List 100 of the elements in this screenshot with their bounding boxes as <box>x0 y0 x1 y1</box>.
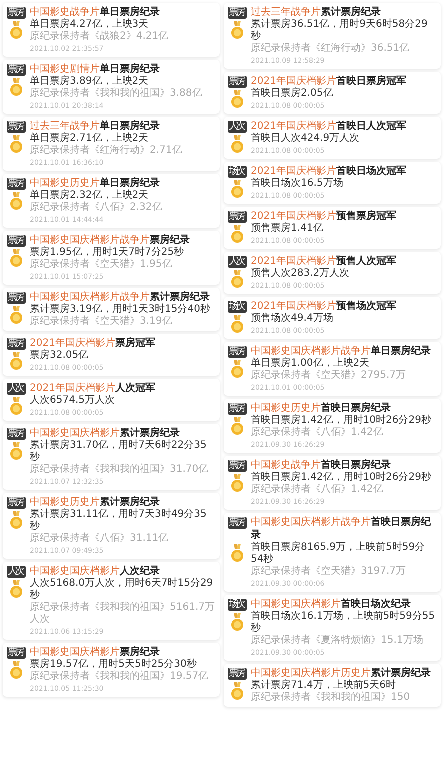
record-title: 中国影史国庆档影片票房纪录 <box>30 646 161 658</box>
previous-record: 原纪录保持者《红海行动》2.71亿 <box>30 145 184 157</box>
record-value: 首映日票房1.42亿，用时10时26分29秒 <box>251 415 432 426</box>
previous-record: 原纪录保持者《八佰》2.32亿 <box>30 202 164 214</box>
record-value: 首映日场次16.1万场，上映前5时59分55秒 <box>251 611 436 634</box>
category-tag: 票房 <box>228 211 247 223</box>
category-tag: 票房 <box>228 76 247 88</box>
record-title: 2021年国庆档影片首映日票房冠军 <box>251 75 408 88</box>
record-value: 票房32.05亿 <box>30 350 90 362</box>
previous-record: 原纪录保持者《我和我的祖国》5161.7万人次 <box>30 602 216 626</box>
medal-icon <box>231 474 244 493</box>
record-value: 首映日人次424.9万人次 <box>251 133 361 145</box>
record-title: 中国影史国庆档影片战争片单日票房纪录 <box>251 345 432 358</box>
previous-record: 原纪录保持者《我和我的祖国》31.70亿 <box>30 464 210 476</box>
medal-icon <box>10 78 23 97</box>
medal-icon <box>231 21 244 40</box>
record-value: 首映日场次16.5万场 <box>251 178 344 190</box>
category-tag: 票房 <box>228 346 247 358</box>
category-tag: 票房 <box>7 178 26 190</box>
medal-icon <box>10 21 23 40</box>
medal-icon <box>231 90 244 109</box>
record-value: 单日票房3.89亿，上映2天 <box>30 76 150 88</box>
record-title: 中国影史历史片累计票房纪录 <box>30 496 161 508</box>
previous-record: 原纪录保持者《空天猎》3197.7万 <box>251 566 407 578</box>
previous-record: 原纪录保持者《空天猎》3.19亿 <box>30 316 174 328</box>
record-value: 首映日票房2.05亿 <box>251 88 334 100</box>
record-value: 预售场次49.4万场 <box>251 313 334 325</box>
record-value: 票房1.95亿，用时1天7时7分25秒 <box>30 247 186 258</box>
category-tag: 人次 <box>228 256 247 268</box>
medal-icon <box>231 225 244 244</box>
record-title: 中国影史战争片单日票房纪录 <box>30 6 161 18</box>
category-tag: 票房 <box>7 647 26 659</box>
previous-record: 原纪录保持者《红海行动》36.51亿 <box>251 43 411 55</box>
medal-icon <box>10 580 23 599</box>
previous-record: 原纪录保持者《夏洛特烦恼》15.1万场 <box>251 635 424 647</box>
previous-record: 原纪录保持者《我和我的祖国》150 <box>251 692 412 704</box>
category-tag: 场次 <box>228 166 247 178</box>
medal-icon <box>10 249 23 268</box>
category-tag: 票房 <box>228 517 247 529</box>
category-tag: 场次 <box>228 599 247 611</box>
category-tag: 票房 <box>7 235 26 247</box>
record-title: 2021年国庆档影片预售人次冠军 <box>251 255 398 268</box>
record-value: 预售人次283.2万人次 <box>251 268 351 280</box>
record-title: 中国影史历史片单日票房纪录 <box>30 177 161 190</box>
record-title: 中国影史战争片首映日票房纪录 <box>251 459 392 472</box>
medal-icon <box>231 270 244 289</box>
record-value: 预售票房1.41亿 <box>251 223 324 235</box>
previous-record: 原纪录保持者《战狼2》4.21亿 <box>30 31 170 43</box>
medal-icon <box>231 360 244 379</box>
category-tag: 票房 <box>7 338 26 350</box>
category-tag: 票房 <box>228 403 247 415</box>
record-value: 累计票房3.19亿，用时1天3时15分40秒 <box>30 304 212 316</box>
medal-icon <box>231 613 244 632</box>
record-title: 中国影史历史片首映日票房纪录 <box>251 402 392 414</box>
record-title: 中国影史国庆档影片累计票房纪录 <box>30 427 181 440</box>
category-tag: 票房 <box>228 460 247 472</box>
medal-icon <box>231 315 244 334</box>
medal-icon <box>231 544 244 563</box>
record-title: 2021年国庆档影片票房冠军 <box>30 337 156 350</box>
medal-icon <box>231 682 244 701</box>
record-value: 人次5168.0万人次，用时6天7时15分29秒 <box>30 578 214 602</box>
previous-record: 原纪录保持者《空天猎》1.95亿 <box>30 259 174 271</box>
record-title: 中国影史国庆档影片人次纪录 <box>30 565 161 578</box>
record-title: 2021年国庆档影片预售场次冠军 <box>251 300 398 313</box>
category-tag: 人次 <box>228 121 247 133</box>
category-tag: 票房 <box>228 668 247 680</box>
record-value: 首映日票房1.42亿，用时10时26分29秒 <box>251 472 432 484</box>
record-value: 首映日票房8165.9万，上映前5时59分54秒 <box>251 542 426 566</box>
medal-icon <box>231 417 244 436</box>
record-card[interactable]: 票房 中国影史国庆档影片历史片累计票房纪录 累计票房71.4万，上映前5天6时 原纪录保持者《我和我的祖国》150 <box>224 664 441 707</box>
category-tag: 场次 <box>228 301 247 313</box>
record-title: 中国影史国庆档影片历史片累计票房纪录 <box>251 667 432 680</box>
record-title: 中国影史国庆档影片战争片票房纪录 <box>30 234 191 246</box>
medal-icon <box>10 306 23 325</box>
previous-record: 原纪录保持者《八佰》31.11亿 <box>30 533 170 545</box>
record-value: 累计票房71.4万，上映前5天6时 <box>251 680 397 692</box>
medal-icon <box>10 397 23 416</box>
medal-icon <box>10 352 23 371</box>
category-tag: 票房 <box>7 121 26 133</box>
record-title: 中国影史国庆档影片战争片累计票房纪录 <box>30 291 211 304</box>
record-title: 中国影史剧情片单日票房纪录 <box>30 63 161 76</box>
category-tag: 人次 <box>7 383 26 395</box>
record-title: 过去三年战争片单日票房纪录 <box>30 120 161 132</box>
record-card[interactable]: 票房 中国影史国庆档影片战争片累计票房纪录 累计票房3.19亿，用时1天3时15分40秒 原纪录保持者《空天猎》3.19亿 <box>3 288 220 331</box>
category-tag: 票房 <box>7 292 26 304</box>
category-tag: 票房 <box>7 64 26 76</box>
previous-record: 原纪录保持者《我和我的祖国》3.88亿 <box>30 88 204 100</box>
record-title: 中国影史国庆档影片战争片首映日票房纪录 <box>251 516 432 542</box>
record-value: 单日票房4.27亿，上映3天 <box>30 19 150 30</box>
record-value: 人次6574.5万人次 <box>30 395 116 407</box>
record-title: 2021年国庆档影片人次冠军 <box>30 382 156 395</box>
medal-icon <box>10 442 23 461</box>
record-title: 过去三年战争片累计票房纪录 <box>251 6 382 18</box>
record-title: 2021年国庆档影片首映日人次冠军 <box>251 120 408 132</box>
medal-icon <box>231 180 244 199</box>
medal-icon <box>10 511 23 530</box>
category-tag: 票房 <box>7 7 26 19</box>
previous-record: 原纪录保持者《八佰》1.42亿 <box>251 484 384 496</box>
record-value: 单日票房2.71亿，上映2天 <box>30 133 150 144</box>
record-title: 2021年国庆档影片首映日场次冠军 <box>251 165 408 178</box>
